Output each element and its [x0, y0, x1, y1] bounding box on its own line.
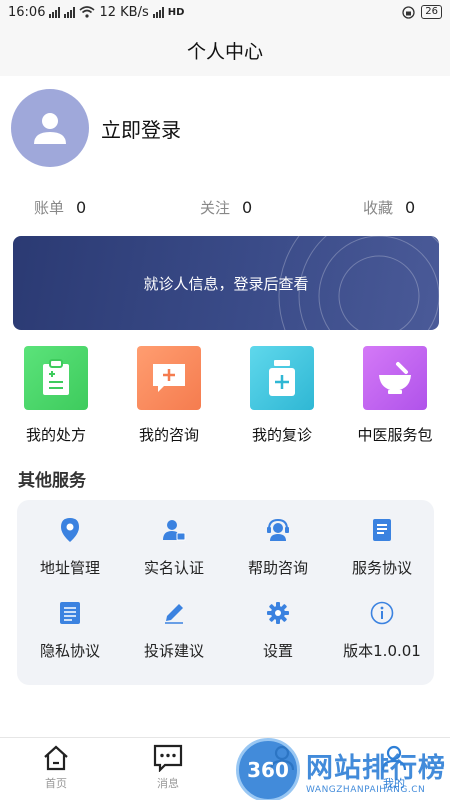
- status-time: 16:06: [8, 4, 46, 20]
- home-icon: [44, 745, 68, 771]
- patient-info-text: 就诊人信息，登录后查看: [143, 274, 309, 293]
- service-version[interactable]: 版本1.0.01: [330, 600, 434, 661]
- stat-bills[interactable]: 账单 0: [34, 197, 86, 218]
- quick-revisit[interactable]: 我的复诊: [227, 346, 337, 445]
- location-pin-icon: [57, 517, 83, 543]
- service-help[interactable]: 帮助咨询: [226, 517, 330, 578]
- stat-favorites[interactable]: 收藏 0: [363, 197, 415, 218]
- battery-indicator: 26: [421, 5, 442, 19]
- tab-label: 首页: [45, 777, 67, 790]
- login-link[interactable]: 立即登录: [101, 114, 181, 143]
- hd-label: HD: [167, 6, 185, 18]
- quick-actions: 我的处方 我的咨询 我的复诊 中医服务包: [0, 346, 450, 446]
- avatar[interactable]: [11, 89, 89, 167]
- quick-consultation[interactable]: 我的咨询: [114, 346, 224, 445]
- quick-label: 中医服务包: [357, 426, 433, 444]
- revisit-icon: [250, 346, 314, 410]
- service-label: 地址管理: [39, 559, 100, 577]
- message-icon: [153, 744, 183, 772]
- watermark-text: 网站排行榜: [306, 752, 446, 784]
- tab-label: 消息: [157, 777, 179, 790]
- quick-label: 我的咨询: [138, 426, 199, 444]
- header: 个人中心: [0, 24, 450, 76]
- service-settings[interactable]: 设置: [226, 600, 330, 661]
- signal-icon: [49, 6, 61, 18]
- quick-label: 我的复诊: [251, 426, 312, 444]
- service-realname[interactable]: 实名认证: [122, 517, 226, 578]
- profile-login[interactable]: 立即登录: [11, 89, 181, 167]
- signal-icon-2: [64, 6, 76, 18]
- status-bar: 16:06 12 KB/s HD 26: [0, 0, 450, 24]
- tcm-package-icon: [363, 346, 427, 410]
- stat-follows[interactable]: 关注 0: [200, 197, 252, 218]
- quick-label: 我的处方: [25, 426, 86, 444]
- service-label: 版本1.0.01: [343, 642, 421, 660]
- page-title: 个人中心: [186, 40, 263, 63]
- document-icon: [369, 517, 395, 543]
- id-verify-icon: [161, 517, 187, 543]
- watermark: 360 网站排行榜 WANGZHANPAIHANG.CN: [236, 738, 446, 800]
- privacy-doc-icon: [57, 600, 83, 626]
- stat-value: 0: [76, 198, 87, 217]
- service-address[interactable]: 地址管理: [18, 517, 122, 578]
- service-terms[interactable]: 服务协议: [330, 517, 434, 578]
- stat-label: 关注: [200, 199, 231, 217]
- signal-icon-3: [152, 6, 164, 18]
- service-label: 帮助咨询: [247, 559, 308, 577]
- service-label: 实名认证: [143, 559, 204, 577]
- prescription-icon: [24, 346, 88, 410]
- user-icon: [34, 113, 66, 144]
- section-title: 其他服务: [18, 471, 86, 491]
- lock-rotation-icon: [402, 5, 415, 19]
- quick-tcm-package[interactable]: 中医服务包: [340, 346, 450, 445]
- service-complaint[interactable]: 投诉建议: [122, 600, 226, 661]
- consultation-icon: [137, 346, 201, 410]
- gear-icon: [265, 600, 291, 626]
- watermark-badge: 360: [236, 738, 300, 800]
- tab-messages[interactable]: 消息: [128, 744, 208, 791]
- stat-label: 收藏: [363, 199, 394, 217]
- service-privacy[interactable]: 隐私协议: [18, 600, 122, 661]
- wifi-icon: [79, 6, 95, 18]
- service-label: 设置: [262, 642, 293, 660]
- info-icon: [369, 600, 395, 626]
- pencil-icon: [161, 600, 187, 626]
- tab-home[interactable]: 首页: [16, 744, 96, 791]
- stats-row: 账单 0 关注 0 收藏 0: [0, 197, 450, 221]
- headset-icon: [265, 517, 291, 543]
- stat-value: 0: [405, 198, 416, 217]
- service-label: 隐私协议: [39, 642, 100, 660]
- service-label: 服务协议: [351, 559, 412, 577]
- watermark-subtext: WANGZHANPAIHANG.CN: [306, 784, 426, 795]
- patient-info-card[interactable]: 就诊人信息，登录后查看: [13, 236, 439, 330]
- service-label: 投诉建议: [143, 642, 204, 660]
- other-services-panel: 地址管理 实名认证 帮助咨询 服务协议 隐私协议 投诉建议 设置 版本1.0.0…: [17, 500, 434, 685]
- stat-label: 账单: [34, 199, 65, 217]
- stat-value: 0: [242, 198, 253, 217]
- network-speed: 12 KB/s: [99, 4, 149, 20]
- quick-prescription[interactable]: 我的处方: [1, 346, 111, 445]
